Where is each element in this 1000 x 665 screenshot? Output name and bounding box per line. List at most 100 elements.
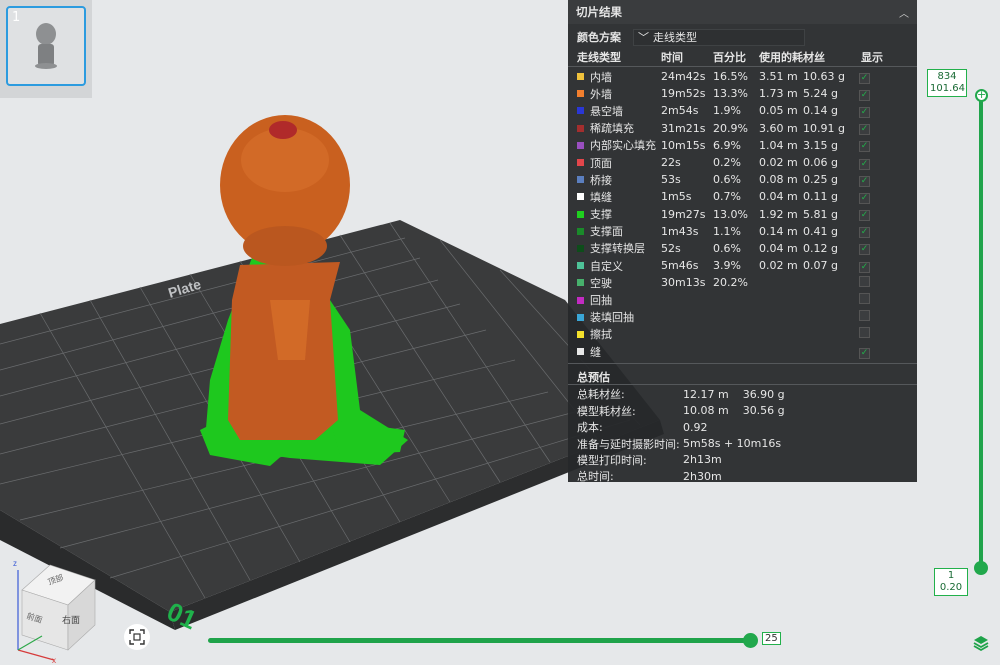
- feature-label: 擦拭: [590, 328, 612, 342]
- feature-name: 桥接: [577, 172, 661, 188]
- table-row: 桥接 53s 0.6% 0.08 m 0.25 g ✓: [568, 171, 917, 188]
- plate-thumbnail[interactable]: 1: [6, 6, 86, 86]
- feature-weight: 0.41 g: [803, 224, 838, 238]
- show-checkbox[interactable]: ✓: [859, 192, 870, 204]
- color-swatch: [577, 348, 584, 356]
- feature-name: 支撑面: [577, 223, 661, 239]
- show-checkbox[interactable]: [859, 310, 870, 322]
- collapse-icon[interactable]: ︿: [899, 5, 909, 20]
- show-checkbox[interactable]: ✓: [859, 72, 870, 84]
- total-row: 成本: 0.92: [568, 419, 917, 435]
- table-row: 空驶 30m13s 20.2%: [568, 274, 917, 291]
- table-row: 内墙 24m42s 16.5% 3.51 m 10.63 g ✓: [568, 68, 917, 85]
- show-checkbox[interactable]: [859, 327, 870, 339]
- color-scheme-select[interactable]: ﹀ 走线类型: [633, 28, 805, 46]
- move-slider-track[interactable]: [208, 638, 754, 643]
- color-swatch: [577, 159, 584, 167]
- color-swatch: [577, 244, 584, 252]
- feature-label: 支撑转换层: [590, 242, 645, 256]
- show-checkbox[interactable]: [859, 293, 870, 305]
- show-checkbox[interactable]: ✓: [859, 141, 870, 153]
- feature-weight: 5.81 g: [803, 207, 838, 221]
- color-swatch: [577, 279, 584, 287]
- show-checkbox[interactable]: ✓: [859, 227, 870, 239]
- bottom-layer-handle[interactable]: [974, 561, 988, 575]
- total-value: 10.08 m 30.56 g: [683, 404, 785, 418]
- plate-thumbnail-panel: 1: [0, 0, 92, 98]
- feature-label: 装填回抽: [590, 311, 634, 325]
- table-row: 填缝 1m5s 0.7% 0.04 m 0.11 g ✓: [568, 188, 917, 205]
- table-row: 稀疏填充 31m21s 20.9% 3.60 m 10.91 g ✓: [568, 120, 917, 137]
- feature-time: 19m27s: [661, 207, 706, 221]
- svg-text:z: z: [13, 559, 17, 568]
- total-label: 准备与延时摄影时间:: [577, 437, 680, 451]
- feature-length: 3.51 m: [759, 70, 798, 84]
- table-header: 走线类型 时间 百分比 使用的耗材丝 显示: [568, 48, 917, 66]
- feature-type-table: 内墙 24m42s 16.5% 3.51 m 10.63 g ✓ 外墙 19m52s 13.3%…: [568, 68, 917, 360]
- bottom-layer-number: 1: [947, 570, 955, 581]
- feature-name: 缝: [577, 344, 661, 360]
- top-layer-handle[interactable]: +: [975, 89, 988, 102]
- feature-label: 自定义: [590, 259, 623, 273]
- feature-length: 0.02 m: [759, 156, 798, 170]
- feature-time: 2m54s: [661, 104, 699, 118]
- color-swatch: [577, 124, 584, 132]
- feature-time: 53s: [661, 173, 681, 187]
- feature-weight: 0.12 g: [803, 241, 838, 255]
- feature-length: 1.73 m: [759, 87, 798, 101]
- show-checkbox[interactable]: ✓: [859, 347, 870, 359]
- fit-view-button[interactable]: [124, 624, 150, 650]
- feature-name: 内墙: [577, 69, 661, 85]
- feature-percent: 20.9%: [713, 121, 748, 135]
- total-value: 0.92: [683, 420, 708, 434]
- color-scheme-row: 颜色方案 ﹀ 走线类型: [568, 26, 917, 48]
- total-label: 模型耗材丝:: [577, 404, 636, 418]
- feature-name: 装填回抽: [577, 309, 661, 325]
- table-row: 支撑 19m27s 13.0% 1.92 m 5.81 g ✓: [568, 206, 917, 223]
- show-checkbox[interactable]: ✓: [859, 106, 870, 118]
- feature-length: 0.14 m: [759, 224, 798, 238]
- layers-icon[interactable]: [972, 634, 990, 652]
- feature-percent: 13.3%: [713, 87, 748, 101]
- show-checkbox[interactable]: ✓: [859, 261, 870, 273]
- feature-label: 回抽: [590, 294, 612, 308]
- chevron-down-icon: ﹀: [638, 31, 649, 44]
- panel-header: 切片结果 ︿: [568, 0, 917, 24]
- show-checkbox[interactable]: ✓: [859, 175, 870, 187]
- svg-text:x: x: [52, 656, 56, 665]
- feature-name: 内部实心填充: [577, 137, 661, 153]
- feature-time: 31m21s: [661, 121, 706, 135]
- feature-time: 5m46s: [661, 259, 699, 273]
- feature-name: 稀疏填充: [577, 120, 661, 136]
- show-checkbox[interactable]: ✓: [859, 244, 870, 256]
- show-checkbox[interactable]: ✓: [859, 89, 870, 101]
- feature-length: 0.04 m: [759, 190, 798, 204]
- table-row: 装填回抽: [568, 309, 917, 326]
- show-checkbox[interactable]: [859, 275, 870, 287]
- model-thumbnail-icon: [35, 23, 57, 69]
- feature-weight: 0.06 g: [803, 156, 838, 170]
- feature-time: 22s: [661, 156, 681, 170]
- feature-label: 内墙: [590, 70, 612, 84]
- show-checkbox[interactable]: ✓: [859, 124, 870, 136]
- table-row: 支撑面 1m43s 1.1% 0.14 m 0.41 g ✓: [568, 223, 917, 240]
- layer-slider-track[interactable]: [979, 96, 983, 570]
- color-swatch: [577, 73, 584, 81]
- move-slider-handle[interactable]: [743, 633, 758, 648]
- panel-title: 切片结果: [576, 5, 622, 19]
- total-row: 总耗材丝: 12.17 m 36.90 g: [568, 386, 917, 402]
- col-show: 显示: [861, 51, 883, 64]
- show-checkbox[interactable]: ✓: [859, 158, 870, 170]
- feature-time: 52s: [661, 241, 681, 255]
- feature-weight: 10.63 g: [803, 70, 845, 84]
- color-swatch: [577, 262, 584, 270]
- feature-length: 1.92 m: [759, 207, 798, 221]
- feature-percent: 16.5%: [713, 70, 748, 84]
- feature-length: 0.05 m: [759, 104, 798, 118]
- feature-name: 填缝: [577, 189, 661, 205]
- feature-name: 悬空墙: [577, 103, 661, 119]
- totals-list: 总耗材丝: 12.17 m 36.90 g 模型耗材丝: 10.08 m 30.56 …: [568, 386, 917, 484]
- feature-time: 30m13s: [661, 276, 706, 290]
- top-layer-label: 834 101.64: [927, 69, 967, 97]
- show-checkbox[interactable]: ✓: [859, 210, 870, 222]
